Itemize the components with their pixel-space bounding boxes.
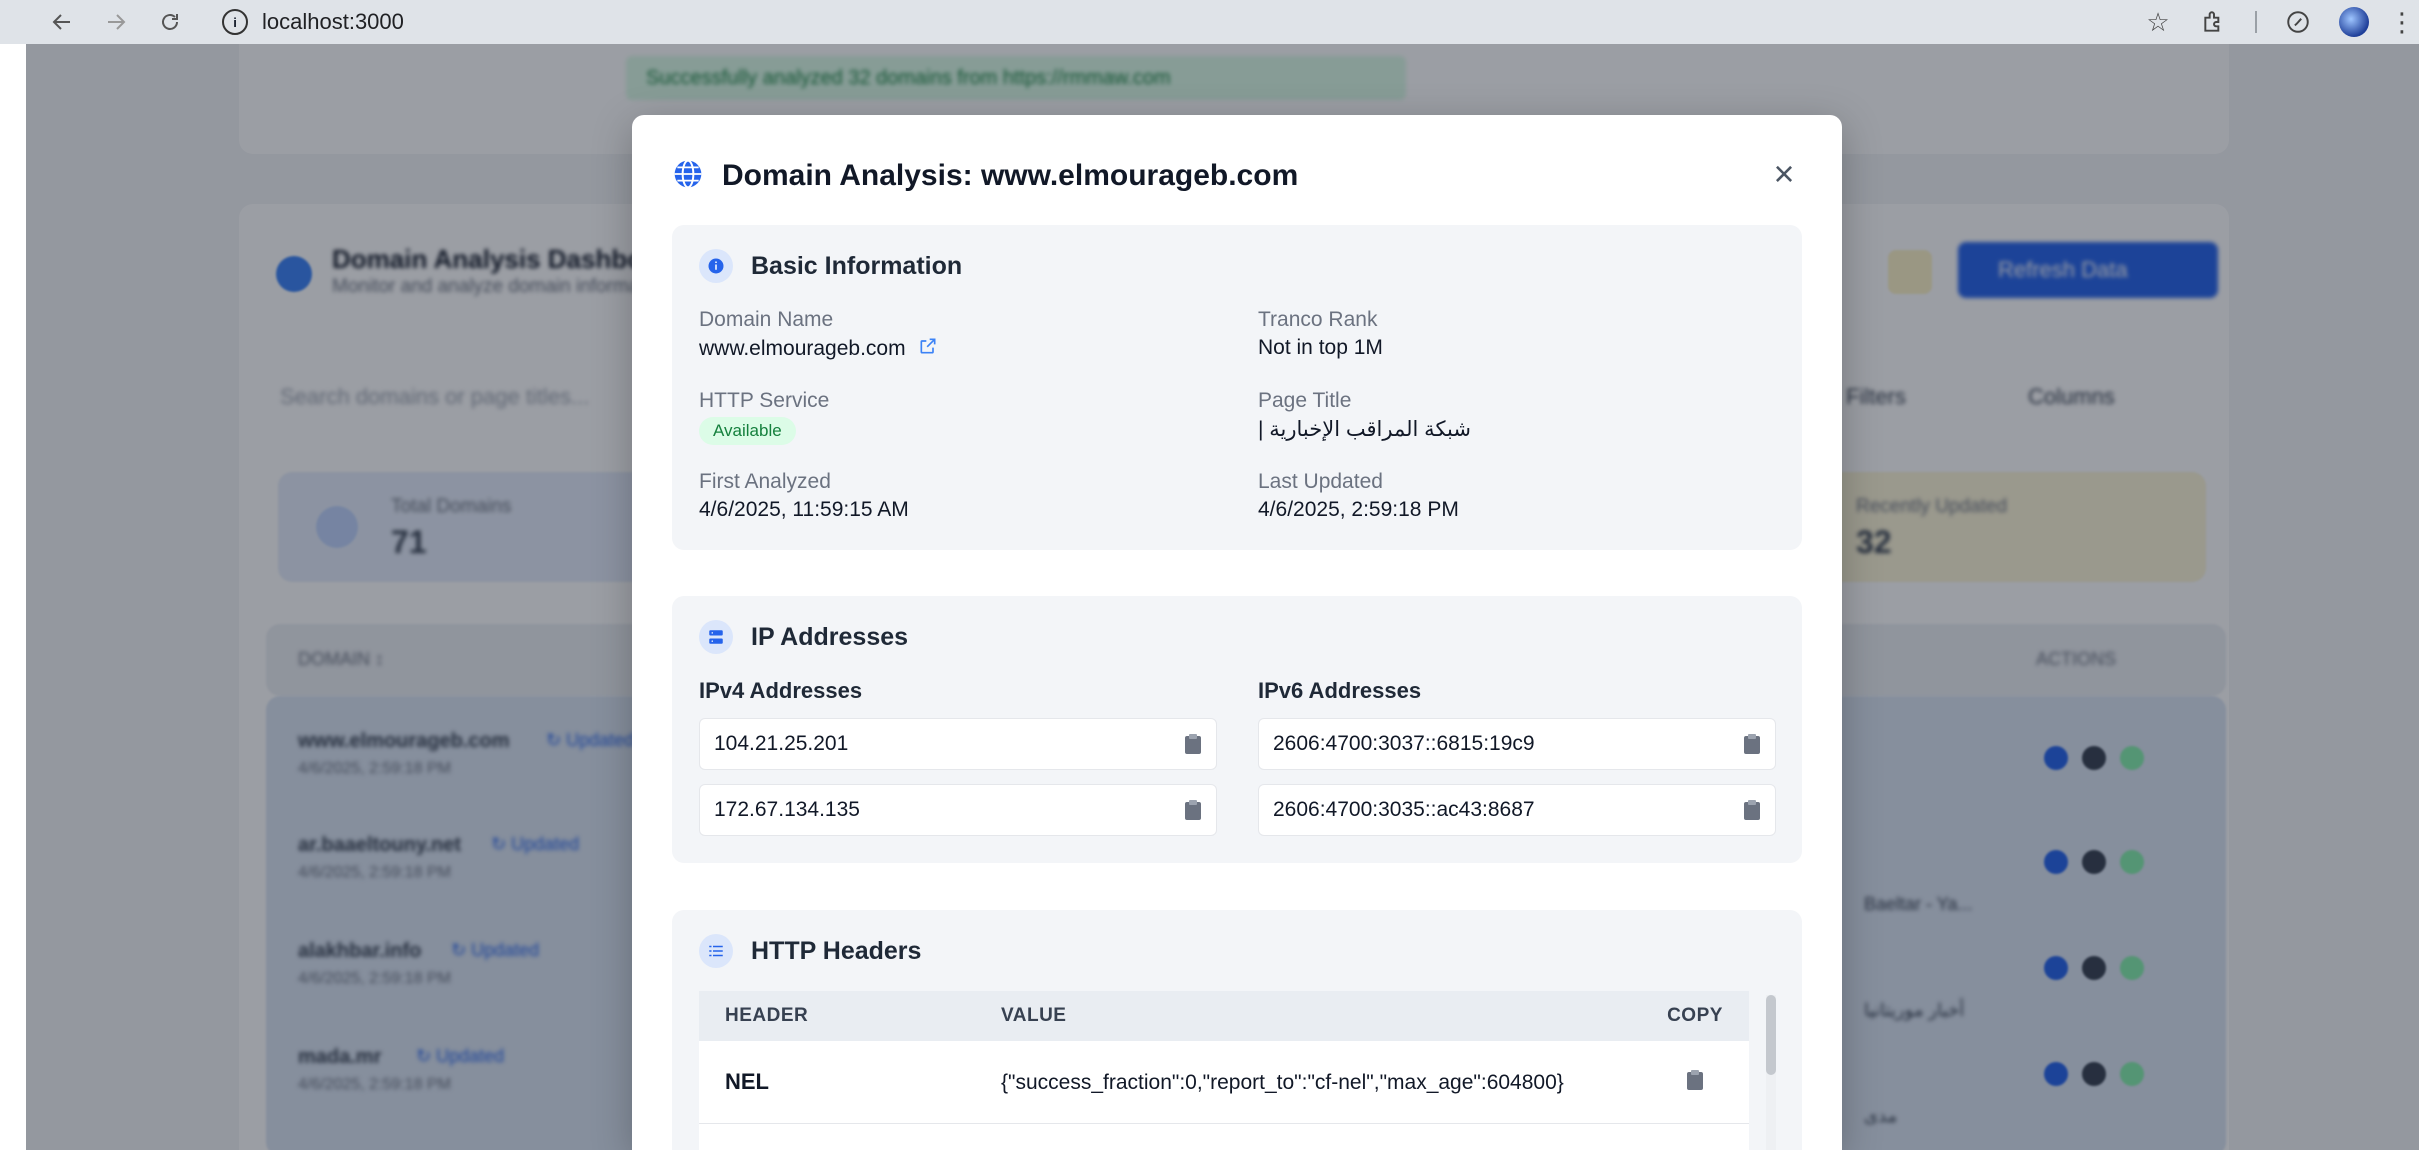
ipv4-address: 172.67.134.135 — [714, 798, 860, 821]
ip-addresses-section: IP Addresses IPv4 Addresses IPv6 Address… — [672, 596, 1802, 863]
domain-name-value: www.elmourageb.com — [699, 337, 906, 360]
toolbar-divider — [2255, 11, 2257, 33]
col-header: HEADER — [725, 1005, 809, 1026]
browser-actions: ☆ ⋮ — [2143, 0, 2419, 44]
forward-button[interactable] — [96, 2, 136, 42]
clipboard-icon[interactable] — [1743, 799, 1761, 821]
globe-icon — [672, 158, 704, 195]
arrow-left-icon — [52, 14, 70, 30]
clipboard-icon[interactable] — [1184, 733, 1202, 755]
domain-name-label: Domain Name — [699, 308, 834, 331]
tranco-rank-field: Tranco Rank Not in top 1M — [1258, 308, 1383, 360]
ip-addresses-header: IP Addresses — [699, 620, 908, 654]
page-title-label: Page Title — [1258, 389, 1352, 412]
http-headers-title: HTTP Headers — [751, 936, 922, 965]
last-updated-field: Last Updated 4/6/2025, 2:59:18 PM — [1258, 470, 1459, 522]
clipboard-icon[interactable] — [1743, 733, 1761, 755]
ipv6-address-field[interactable]: 2606:4700:3037::6815:19c9 — [1258, 718, 1776, 770]
url-text[interactable]: localhost:3000 — [262, 9, 404, 35]
ipv4-address: 104.21.25.201 — [714, 732, 849, 755]
table-header-row: HEADER VALUE COPY — [699, 991, 1749, 1041]
page-title-value: شبكة المراقب الإخبارية | — [1258, 418, 1471, 441]
ipv4-address-field[interactable]: 104.21.25.201 — [699, 718, 1217, 770]
list-icon — [699, 934, 733, 968]
copy-cell — [1641, 1069, 1749, 1096]
header-name: NEL — [725, 1069, 769, 1094]
ipv4-address-field[interactable]: 172.67.134.135 — [699, 784, 1217, 836]
modal-title: Domain Analysis: www.elmourageb.com — [722, 159, 1299, 192]
back-button[interactable] — [42, 2, 82, 42]
browser-toolbar: i localhost:3000 ☆ ⋮ — [0, 0, 2419, 44]
col-copy: COPY — [1667, 1005, 1723, 1026]
reload-icon — [162, 14, 178, 30]
profile-avatar[interactable] — [2339, 7, 2369, 37]
server-icon — [699, 620, 733, 654]
domain-name-field: Domain Name www.elmourageb.com — [699, 308, 938, 362]
reload-button[interactable] — [150, 2, 190, 42]
first-analyzed-value: 4/6/2025, 11:59:15 AM — [699, 498, 909, 521]
table-row: NEL {"success_fraction":0,"report_to":"c… — [699, 1041, 1749, 1124]
close-icon[interactable]: × — [1766, 156, 1802, 193]
domain-analysis-modal: Domain Analysis: www.elmourageb.com × Ba… — [632, 115, 1842, 1150]
tranco-rank-value: Not in top 1M — [1258, 336, 1383, 359]
info-icon — [699, 249, 733, 283]
basic-info-header: Basic Information — [699, 249, 962, 283]
http-headers-header: HTTP Headers — [699, 934, 921, 968]
header-value: {"success_fraction":0,"report_to":"cf-ne… — [1001, 1070, 1564, 1094]
ipv6-address: 2606:4700:3035::ac43:8687 — [1273, 798, 1535, 821]
tranco-rank-label: Tranco Rank — [1258, 308, 1378, 331]
arrow-right-icon — [108, 14, 126, 30]
basic-info-section: Basic Information Domain Name www.elmour… — [672, 225, 1802, 550]
table-row — [699, 1124, 1749, 1150]
menu-icon[interactable]: ⋮ — [2389, 7, 2415, 37]
headers-table: HEADER VALUE COPY NEL {"success_fraction… — [699, 991, 1749, 1150]
extension-icon[interactable] — [2283, 7, 2313, 37]
puzzle-icon[interactable] — [2199, 7, 2229, 37]
table-scrollbar-thumb[interactable] — [1766, 995, 1776, 1075]
last-updated-value: 4/6/2025, 2:59:18 PM — [1258, 498, 1459, 521]
http-service-field: HTTP Service Available — [699, 389, 829, 445]
address-bar[interactable]: i localhost:3000 — [212, 2, 2236, 42]
basic-info-title: Basic Information — [751, 251, 963, 280]
col-value: VALUE — [1001, 1005, 1067, 1026]
page-title-field: Page Title شبكة المراقب الإخبارية | — [1258, 389, 1471, 442]
first-analyzed-label: First Analyzed — [699, 470, 831, 493]
clipboard-icon[interactable] — [1184, 799, 1202, 821]
external-link-icon[interactable] — [906, 336, 938, 362]
star-icon[interactable]: ☆ — [2143, 7, 2173, 37]
ipv6-address: 2606:4700:3037::6815:19c9 — [1273, 732, 1535, 755]
last-updated-label: Last Updated — [1258, 470, 1383, 493]
http-service-label: HTTP Service — [699, 389, 830, 412]
domain-name-value-row: www.elmourageb.com — [699, 336, 938, 362]
clipboard-icon[interactable] — [1686, 1069, 1704, 1091]
status-badge: Available — [699, 417, 796, 445]
ip-addresses-title: IP Addresses — [751, 622, 909, 651]
modal-header: Domain Analysis: www.elmourageb.com × — [672, 151, 1802, 201]
info-icon[interactable]: i — [222, 9, 248, 35]
ipv6-address-field[interactable]: 2606:4700:3035::ac43:8687 — [1258, 784, 1776, 836]
first-analyzed-field: First Analyzed 4/6/2025, 11:59:15 AM — [699, 470, 909, 522]
ipv4-label: IPv4 Addresses — [699, 678, 863, 703]
ipv6-label: IPv6 Addresses — [1258, 678, 1422, 703]
http-headers-section: HTTP Headers HEADER VALUE COPY NEL {"suc… — [672, 910, 1802, 1150]
